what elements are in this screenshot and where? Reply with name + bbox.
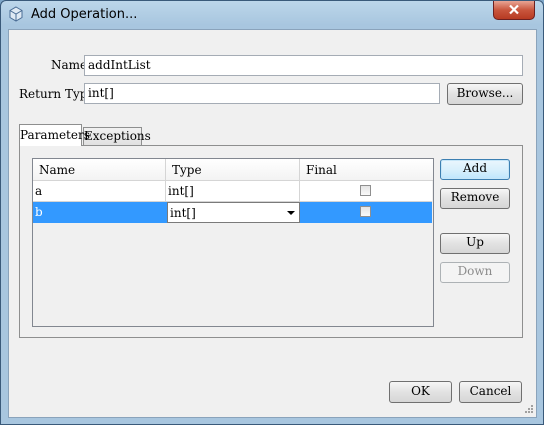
parameters-table: Name Type Final a int[] b int[] bbox=[32, 158, 434, 327]
window-title: Add Operation... bbox=[31, 7, 138, 22]
row-name-cell[interactable]: b bbox=[33, 202, 166, 223]
type-dropdown-value: int[] bbox=[170, 206, 196, 220]
parameters-panel: Name Type Final a int[] b int[] Add Remo… bbox=[19, 145, 523, 338]
row-name-cell[interactable]: a bbox=[33, 181, 166, 202]
column-header-final[interactable]: Final bbox=[300, 159, 433, 181]
dialog-body: Name: addIntList Return Type: int[] Brow… bbox=[8, 29, 537, 418]
resize-grip-icon[interactable] bbox=[524, 404, 534, 414]
column-header-name[interactable]: Name bbox=[33, 159, 166, 181]
chevron-down-icon bbox=[287, 211, 295, 215]
return-type-field[interactable]: int[] bbox=[84, 83, 440, 104]
name-field[interactable]: addIntList bbox=[84, 55, 523, 76]
row-type-cell[interactable]: int[] bbox=[166, 181, 300, 202]
table-row-selected[interactable]: b int[] bbox=[33, 202, 432, 223]
cancel-button[interactable]: Cancel bbox=[459, 381, 522, 403]
close-icon bbox=[509, 4, 519, 15]
dialog-window: Add Operation... Name: addIntList Return… bbox=[0, 0, 544, 425]
tab-parameters[interactable]: Parameters bbox=[19, 124, 90, 146]
row-final-cell[interactable] bbox=[300, 202, 432, 223]
close-button[interactable] bbox=[493, 1, 535, 20]
row-final-cell[interactable] bbox=[300, 181, 432, 202]
table-row[interactable]: a int[] bbox=[33, 181, 432, 202]
up-button[interactable]: Up bbox=[440, 233, 510, 254]
final-checkbox[interactable] bbox=[360, 206, 371, 217]
down-button: Down bbox=[440, 262, 510, 283]
remove-button[interactable]: Remove bbox=[440, 188, 510, 209]
tab-exceptions[interactable]: Exceptions bbox=[83, 127, 151, 146]
ok-button[interactable]: OK bbox=[389, 381, 452, 403]
add-button[interactable]: Add bbox=[440, 159, 510, 180]
app-cube-icon bbox=[9, 6, 23, 22]
type-dropdown[interactable]: int[] bbox=[167, 202, 300, 223]
title-bar[interactable]: Add Operation... bbox=[1, 1, 543, 29]
browse-button[interactable]: Browse... bbox=[447, 83, 523, 105]
final-checkbox[interactable] bbox=[360, 185, 371, 196]
column-header-type[interactable]: Type bbox=[166, 159, 300, 181]
